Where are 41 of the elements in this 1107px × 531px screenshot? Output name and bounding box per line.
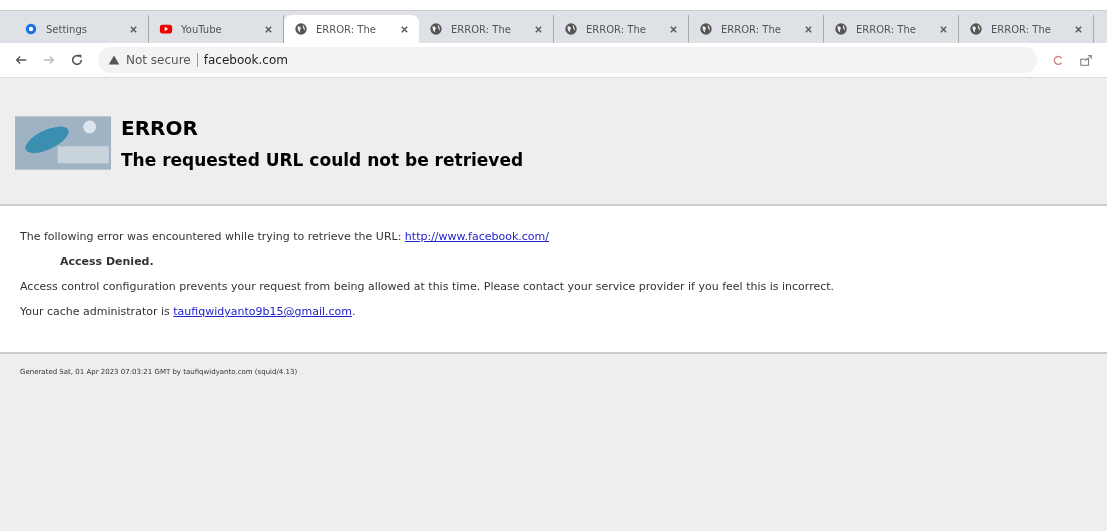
warning-icon <box>108 54 120 66</box>
close-icon[interactable] <box>804 24 813 34</box>
close-icon[interactable] <box>1074 24 1083 34</box>
tab-title: YouTube <box>181 23 223 35</box>
globe-icon <box>699 22 713 36</box>
back-arrow-icon[interactable] <box>14 53 28 67</box>
globe-icon <box>429 22 443 36</box>
tab-title: ERROR: The <box>721 23 782 35</box>
gear-icon <box>24 22 38 36</box>
tab-title: ERROR: The <box>991 23 1052 35</box>
close-icon[interactable] <box>534 24 543 34</box>
access-denied-text: Access Denied. <box>59 255 155 268</box>
error-title: ERROR <box>121 116 199 140</box>
browser-tab[interactable]: ERROR: The <box>284 15 419 43</box>
address-field[interactable]: Not secure facebook.com <box>98 47 1037 73</box>
tab-title: ERROR: The <box>451 23 512 35</box>
error-subtitle: The requested URL could not be retrieved <box>121 150 524 170</box>
email-link[interactable]: taufiqwidyanto9b15@gmail.com <box>173 305 352 318</box>
security-label: Not secure <box>126 53 191 67</box>
url-link[interactable]: http://www.facebook.com/ <box>404 230 549 243</box>
globe-icon <box>834 22 848 36</box>
globe-icon <box>969 22 983 36</box>
tab-title: ERROR: The <box>586 23 647 35</box>
close-icon[interactable] <box>669 24 678 34</box>
globe-icon <box>564 22 578 36</box>
url-text: facebook.com <box>203 53 288 67</box>
close-icon[interactable] <box>264 24 273 34</box>
tab-title: Settings <box>46 23 88 35</box>
close-icon[interactable] <box>939 24 948 34</box>
play-icon <box>159 22 173 36</box>
tab-title: ERROR: The <box>856 23 917 35</box>
period-text: . <box>352 305 356 318</box>
share-icon[interactable] <box>1079 53 1093 67</box>
close-icon[interactable] <box>400 24 409 34</box>
globe-icon <box>294 22 308 36</box>
tab-title: ERROR: The <box>316 23 377 35</box>
explanation-text: Access control configuration prevents your request from being allowed at this time. Please contact your service provider if you feel this is incorrect. <box>20 280 836 293</box>
admin-text: Your cache administrator is <box>20 305 170 318</box>
intro-text: The following error was encountered while trying to retrieve the URL: <box>20 230 402 243</box>
close-icon[interactable] <box>129 24 138 34</box>
reload-icon[interactable] <box>70 53 84 67</box>
